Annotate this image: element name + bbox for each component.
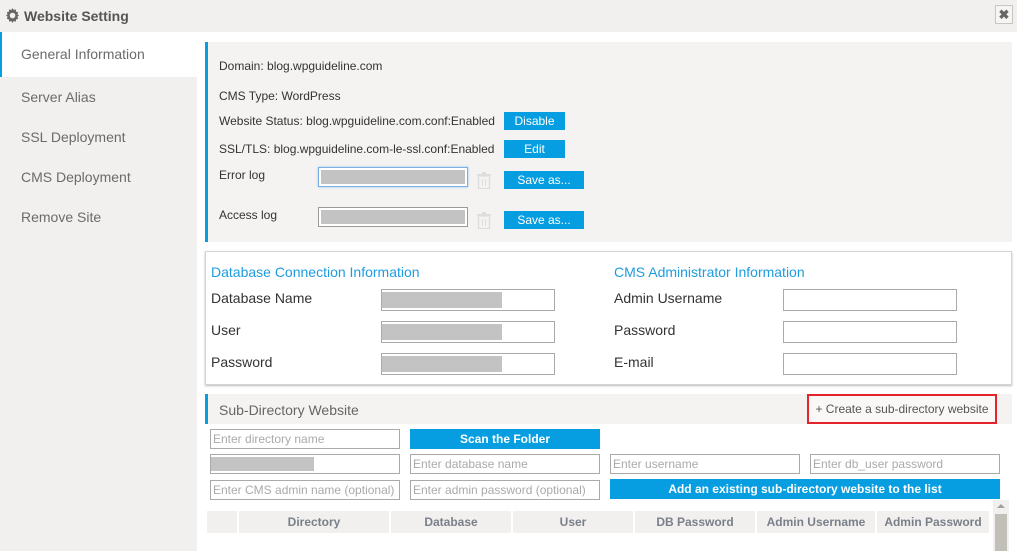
redacted-value	[211, 457, 314, 471]
access-log-label: Access log	[219, 208, 278, 222]
directory-name-input[interactable]	[210, 429, 400, 449]
subdirectory-redacted-field[interactable]	[210, 454, 400, 474]
cms-admin-name-input[interactable]	[210, 480, 400, 500]
connection-info-box: Database Connection Information Database…	[205, 251, 1012, 385]
sidebar-item-label: General Information	[21, 46, 145, 62]
main-content: Domain: blog.wpguideline.com CMS Type: W…	[197, 32, 1017, 551]
database-user-label: User	[211, 322, 241, 338]
scan-folder-button[interactable]: Scan the Folder	[410, 429, 600, 449]
database-user-field[interactable]	[381, 321, 555, 343]
sidebar-item-remove-site[interactable]: Remove Site	[0, 197, 197, 237]
table-header-select	[207, 511, 237, 533]
title-bar: Website Setting ✖	[0, 0, 1017, 32]
scroll-thumb[interactable]	[995, 514, 1007, 551]
sidebar-item-server-alias[interactable]: Server Alias	[0, 77, 197, 117]
admin-email-field[interactable]	[783, 353, 957, 375]
table-header-db-password[interactable]: DB Password	[635, 511, 755, 533]
close-icon: ✖	[998, 7, 1010, 22]
admin-password-input[interactable]	[410, 480, 600, 500]
error-log-field[interactable]	[318, 167, 468, 187]
database-info-heading: Database Connection Information	[211, 264, 420, 280]
trash-icon[interactable]	[476, 212, 492, 229]
cms-admin-heading: CMS Administrator Information	[614, 264, 805, 280]
table-header-admin-username[interactable]: Admin Username	[757, 511, 875, 533]
admin-password-label: Password	[614, 322, 676, 338]
cms-type-text: CMS Type: WordPress	[219, 89, 341, 103]
sidebar-item-label: SSL Deployment	[21, 129, 126, 145]
table-header-directory[interactable]: Directory	[239, 511, 389, 533]
table-header-user[interactable]: User	[513, 511, 633, 533]
redacted-value	[382, 292, 502, 308]
sidebar-item-label: CMS Deployment	[21, 169, 131, 185]
sidebar-item-general-information[interactable]: General Information	[0, 32, 197, 77]
create-subdirectory-link[interactable]: + Create a sub-directory website	[807, 394, 997, 424]
redacted-value	[321, 210, 465, 224]
table-scrollbar[interactable]	[993, 500, 1009, 551]
domain-text: Domain: blog.wpguideline.com	[219, 59, 383, 73]
gear-icon	[5, 8, 20, 23]
sidebar-item-ssl-deployment[interactable]: SSL Deployment	[0, 117, 197, 157]
redacted-value	[382, 356, 502, 372]
add-existing-subdirectory-button[interactable]: Add an existing sub-directory website to…	[610, 479, 1000, 499]
database-name-field[interactable]	[381, 289, 555, 311]
general-info-panel: Domain: blog.wpguideline.com CMS Type: W…	[205, 42, 1012, 242]
admin-username-field[interactable]	[783, 289, 957, 311]
sidebar-item-label: Remove Site	[21, 209, 102, 225]
ssl-status-text: SSL/TLS: blog.wpguideline.com-le-ssl.con…	[219, 142, 495, 156]
website-status-text: Website Status: blog.wpguideline.com.con…	[219, 114, 495, 128]
sidebar: General Information Server Alias SSL Dep…	[0, 32, 197, 551]
admin-username-label: Admin Username	[614, 290, 723, 306]
table-header-admin-password[interactable]: Admin Password	[877, 511, 989, 533]
admin-password-field[interactable]	[783, 321, 957, 343]
database-password-label: Password	[211, 354, 273, 370]
error-log-label: Error log	[219, 168, 266, 182]
database-password-field[interactable]	[381, 353, 555, 375]
database-name-input[interactable]	[410, 454, 600, 474]
edit-ssl-button[interactable]: Edit	[504, 140, 565, 158]
save-error-log-button[interactable]: Save as...	[504, 171, 584, 189]
disable-button[interactable]: Disable	[504, 112, 565, 130]
access-log-field[interactable]	[318, 207, 468, 227]
close-button[interactable]: ✖	[995, 5, 1013, 24]
db-user-password-input[interactable]	[810, 454, 1000, 474]
redacted-value	[382, 324, 502, 340]
save-access-log-button[interactable]: Save as...	[504, 211, 584, 229]
username-input[interactable]	[610, 454, 800, 474]
subdirectory-title: Sub-Directory Website	[219, 402, 359, 418]
trash-icon[interactable]	[476, 172, 492, 189]
scroll-up-arrow-icon[interactable]	[997, 504, 1005, 508]
redacted-value	[321, 170, 465, 184]
sidebar-item-cms-deployment[interactable]: CMS Deployment	[0, 157, 197, 197]
sidebar-item-label: Server Alias	[21, 89, 96, 105]
window-title: Website Setting	[24, 8, 129, 24]
admin-email-label: E-mail	[614, 354, 654, 370]
table-header-database[interactable]: Database	[391, 511, 511, 533]
database-name-label: Database Name	[211, 290, 313, 306]
